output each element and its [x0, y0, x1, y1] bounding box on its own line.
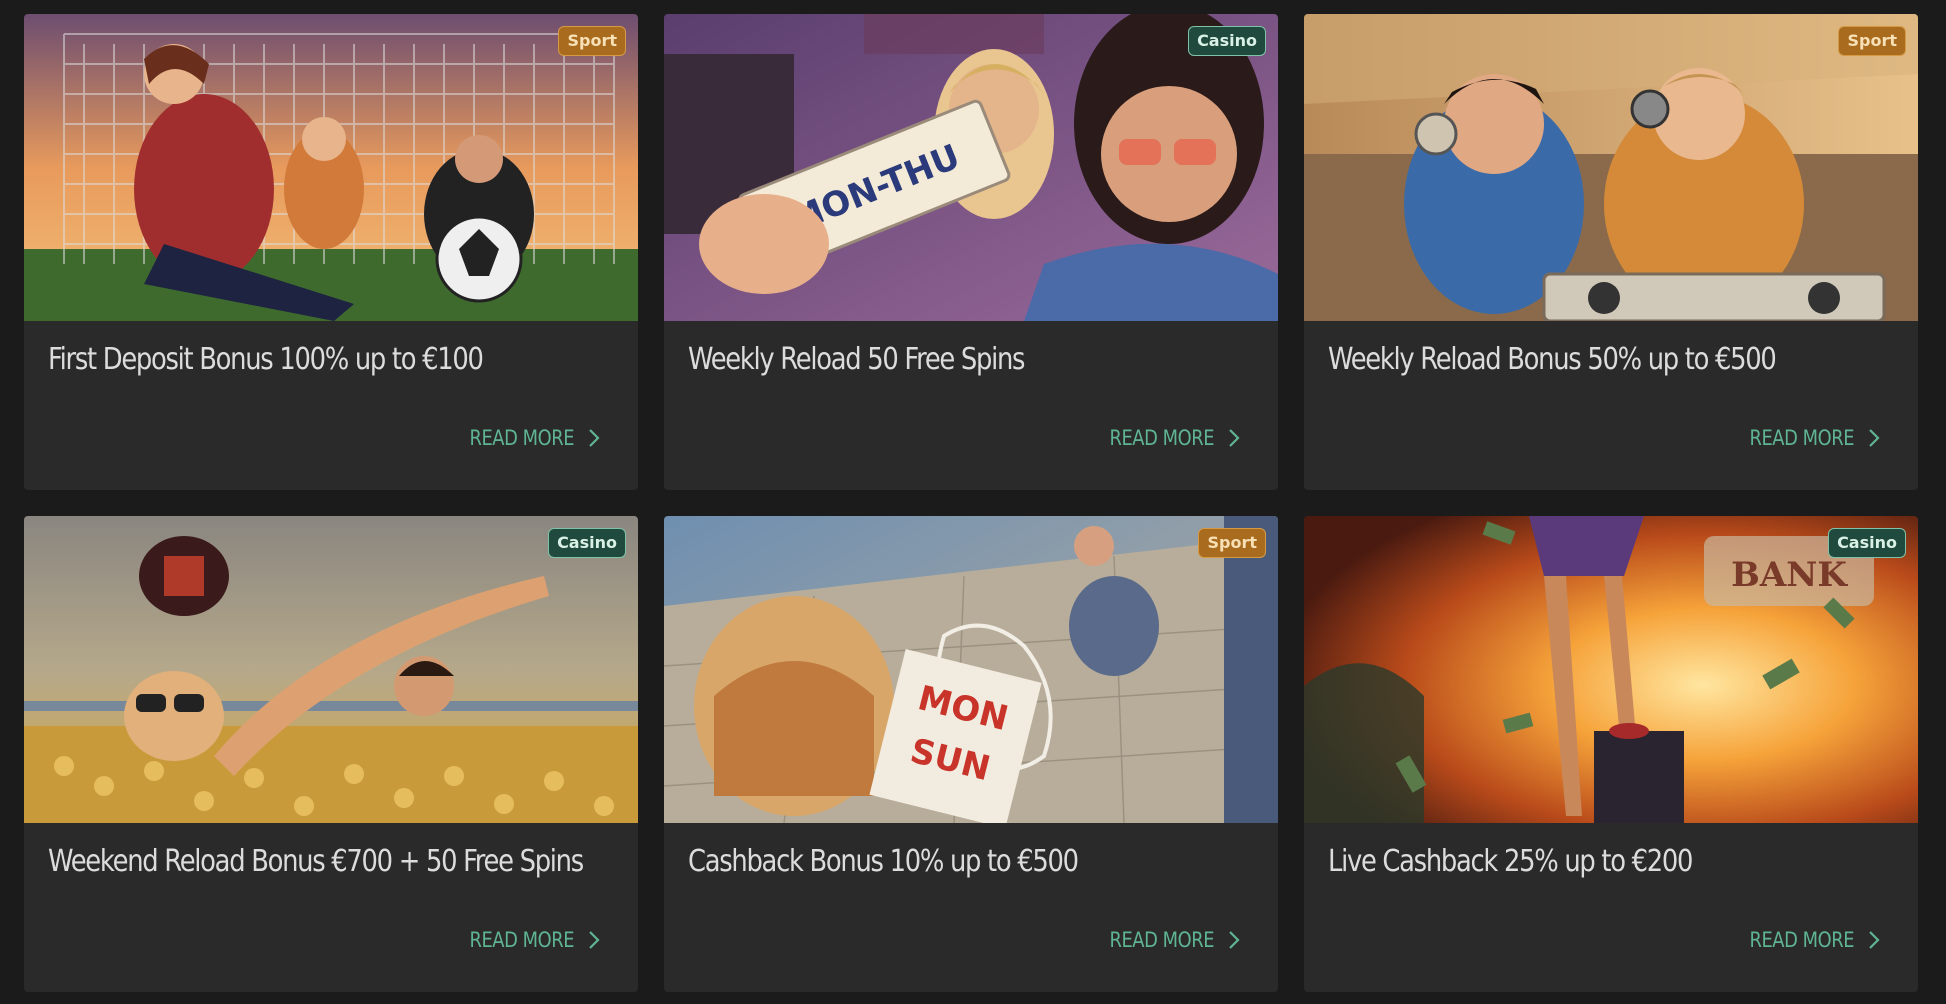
promo-title: First Deposit Bonus 100% up to €100 [48, 342, 484, 377]
soccer-goal-scene [24, 14, 638, 321]
promo-title: Weekend Reload Bonus €700 + 50 Free Spin… [48, 844, 584, 879]
read-more-link[interactable]: READ MORE [1731, 928, 1880, 952]
read-more-link[interactable]: READ MORE [451, 426, 600, 450]
read-more-link[interactable]: READ MORE [1091, 928, 1240, 952]
read-more-label: READ MORE [469, 426, 574, 450]
chevron-right-icon [1869, 931, 1880, 949]
read-more-label: READ MORE [469, 928, 574, 952]
read-more-label: READ MORE [1749, 928, 1854, 952]
promo-image[interactable]: Sport [1304, 14, 1918, 321]
promo-card[interactable]: BANK Casino Live Cashback 25% up to €200… [1304, 516, 1918, 992]
promo-image[interactable]: Sport [24, 14, 638, 321]
promo-card[interactable]: Casino Weekend Reload Bonus €700 + 50 Fr… [24, 516, 638, 992]
promo-title: Weekly Reload 50 Free Spins [688, 342, 1025, 377]
read-more-label: READ MORE [1109, 928, 1214, 952]
category-badge: Sport [1838, 26, 1906, 56]
read-more-link[interactable]: READ MORE [1731, 426, 1880, 450]
promo-card[interactable]: MON SUN Sport Cashback Bonus 10% up to €… [664, 516, 1278, 992]
coin-pool-scene [24, 516, 638, 823]
read-more-link[interactable]: READ MORE [451, 928, 600, 952]
bank-sign-text: BANK [1731, 555, 1848, 595]
chevron-right-icon [589, 931, 600, 949]
promo-card[interactable]: Sport First Deposit Bonus 100% up to €10… [24, 14, 638, 490]
promo-title: Live Cashback 25% up to €200 [1328, 844, 1693, 879]
promo-image[interactable]: Casino [24, 516, 638, 823]
promo-image[interactable]: MON-THU Casino [664, 14, 1278, 321]
category-badge: Sport [558, 26, 626, 56]
category-badge: Casino [548, 528, 626, 558]
promo-card[interactable]: MON-THU Casino Weekly Reload 50 Free Spi… [664, 14, 1278, 490]
chevron-right-icon [589, 429, 600, 447]
chevron-right-icon [1869, 429, 1880, 447]
headphones-car-scene [1304, 14, 1918, 321]
promo-image[interactable]: MON SUN Sport [664, 516, 1278, 823]
casino-ticket-scene: MON-THU [664, 14, 1278, 321]
bank-explosion-scene: BANK [1304, 516, 1918, 823]
promo-title: Cashback Bonus 10% up to €500 [688, 844, 1079, 879]
chevron-right-icon [1229, 429, 1240, 447]
chevron-right-icon [1229, 931, 1240, 949]
read-more-link[interactable]: READ MORE [1091, 426, 1240, 450]
promotions-grid: Sport First Deposit Bonus 100% up to €10… [24, 14, 1918, 992]
promo-title: Weekly Reload Bonus 50% up to €500 [1328, 342, 1777, 377]
promo-image[interactable]: BANK Casino [1304, 516, 1918, 823]
category-badge: Casino [1828, 528, 1906, 558]
promo-card[interactable]: Sport Weekly Reload Bonus 50% up to €500… [1304, 14, 1918, 490]
category-badge: Casino [1188, 26, 1266, 56]
read-more-label: READ MORE [1749, 426, 1854, 450]
read-more-label: READ MORE [1109, 426, 1214, 450]
category-badge: Sport [1198, 528, 1266, 558]
crime-scene: MON SUN [664, 516, 1278, 823]
